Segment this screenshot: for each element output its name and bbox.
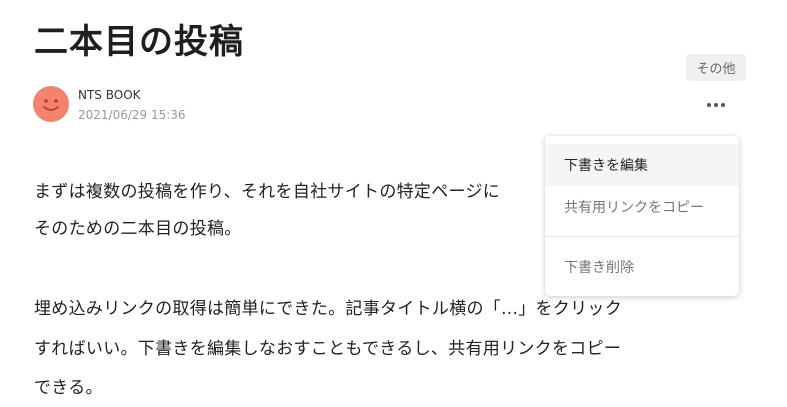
menu-item-edit-draft[interactable]: 下書きを編集 <box>545 144 739 186</box>
menu-item-copy-share-link[interactable]: 共有用リンクをコピー <box>545 186 739 228</box>
post-date: 2021/06/29 15:36 <box>78 108 186 122</box>
body-line: まずは複数の投稿を作り、それを自社サイトの特定ページに <box>34 182 501 202</box>
more-horizontal-icon <box>707 103 711 107</box>
more-options-menu: 下書きを編集 共有用リンクをコピー 下書き削除 <box>545 136 739 296</box>
more-options-button[interactable] <box>700 96 732 114</box>
body-line: そのための二本目の投稿。 <box>34 219 242 239</box>
post-title: 二本目の投稿 <box>34 22 244 62</box>
body-line: すればいい。下書きを編集しなおすこともできるし、共有用リンクをコピー <box>34 339 622 359</box>
body-line: 埋め込みリンクの取得は簡単にできた。記事タイトル横の「...」をクリック <box>34 299 623 319</box>
menu-item-delete-draft[interactable]: 下書き削除 <box>545 246 739 288</box>
more-tooltip: その他 <box>686 54 746 81</box>
body-line: できる。 <box>34 378 103 398</box>
smiley-face-icon <box>43 99 59 111</box>
author-name[interactable]: NTS BOOK <box>78 88 141 102</box>
menu-divider <box>545 236 739 237</box>
author-avatar[interactable] <box>33 86 69 122</box>
